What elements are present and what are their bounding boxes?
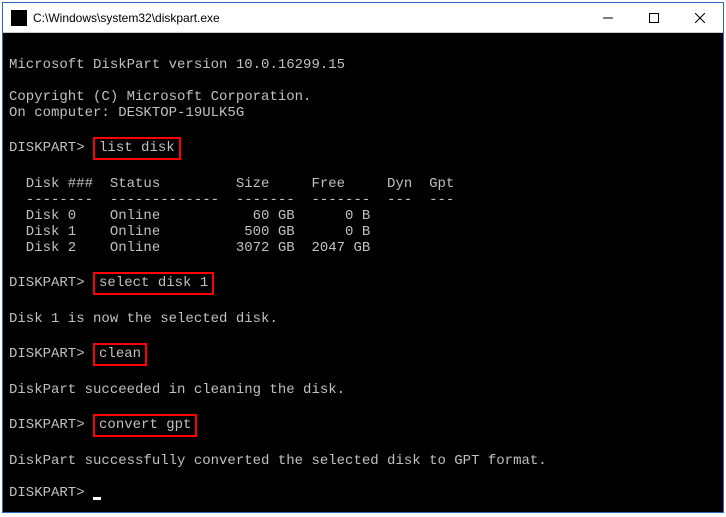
maximize-button[interactable]	[631, 3, 677, 32]
cmd-select-disk: select disk 1	[93, 272, 214, 295]
minimize-icon	[603, 13, 613, 23]
blank-line	[9, 327, 717, 343]
table-row: Disk 1 Online 500 GB 0 B	[9, 224, 717, 240]
blank-line	[9, 256, 717, 272]
titlebar[interactable]: C:\Windows\system32\diskpart.exe	[3, 3, 723, 33]
blank-line	[9, 295, 717, 311]
msg-convert: DiskPart successfully converted the sele…	[9, 453, 717, 469]
blank-line	[9, 41, 717, 57]
prompt: DISKPART>	[9, 140, 85, 156]
blank-line	[9, 121, 717, 137]
prompt: DISKPART>	[9, 346, 85, 362]
blank-line	[9, 160, 717, 176]
blank-line	[9, 469, 717, 485]
cmd-convert-gpt: convert gpt	[93, 414, 197, 437]
prompt: DISKPART>	[9, 417, 85, 433]
close-button[interactable]	[677, 3, 723, 32]
close-icon	[695, 13, 705, 23]
prompt: DISKPART>	[9, 485, 85, 501]
minimize-button[interactable]	[585, 3, 631, 32]
copyright-line: Copyright (C) Microsoft Corporation.	[9, 89, 717, 105]
window-title: C:\Windows\system32\diskpart.exe	[33, 11, 585, 25]
blank-line	[9, 437, 717, 453]
window-controls	[585, 3, 723, 32]
app-icon	[11, 10, 27, 26]
prompt-line-3: DISKPART> clean	[9, 343, 717, 366]
cursor	[93, 497, 101, 500]
maximize-icon	[649, 13, 659, 23]
table-row: Disk 2 Online 3072 GB 2047 GB	[9, 240, 717, 256]
computer-line: On computer: DESKTOP-19ULK5G	[9, 105, 717, 121]
blank-line	[9, 73, 717, 89]
cmd-clean: clean	[93, 343, 147, 366]
prompt-line-current[interactable]: DISKPART>	[9, 485, 717, 501]
console-output[interactable]: Microsoft DiskPart version 10.0.16299.15…	[3, 33, 723, 512]
blank-line	[9, 398, 717, 414]
table-separator: -------- ------------- ------- ------- -…	[9, 192, 717, 208]
msg-select: Disk 1 is now the selected disk.	[9, 311, 717, 327]
prompt-line-1: DISKPART> list disk	[9, 137, 717, 160]
table-header: Disk ### Status Size Free Dyn Gpt	[9, 176, 717, 192]
prompt: DISKPART>	[9, 275, 85, 291]
prompt-line-2: DISKPART> select disk 1	[9, 272, 717, 295]
msg-clean: DiskPart succeeded in cleaning the disk.	[9, 382, 717, 398]
blank-line	[9, 366, 717, 382]
diskpart-window: C:\Windows\system32\diskpart.exe Microso…	[2, 2, 724, 513]
prompt-line-4: DISKPART> convert gpt	[9, 414, 717, 437]
cmd-list-disk: list disk	[93, 137, 181, 160]
table-row: Disk 0 Online 60 GB 0 B	[9, 208, 717, 224]
version-line: Microsoft DiskPart version 10.0.16299.15	[9, 57, 717, 73]
